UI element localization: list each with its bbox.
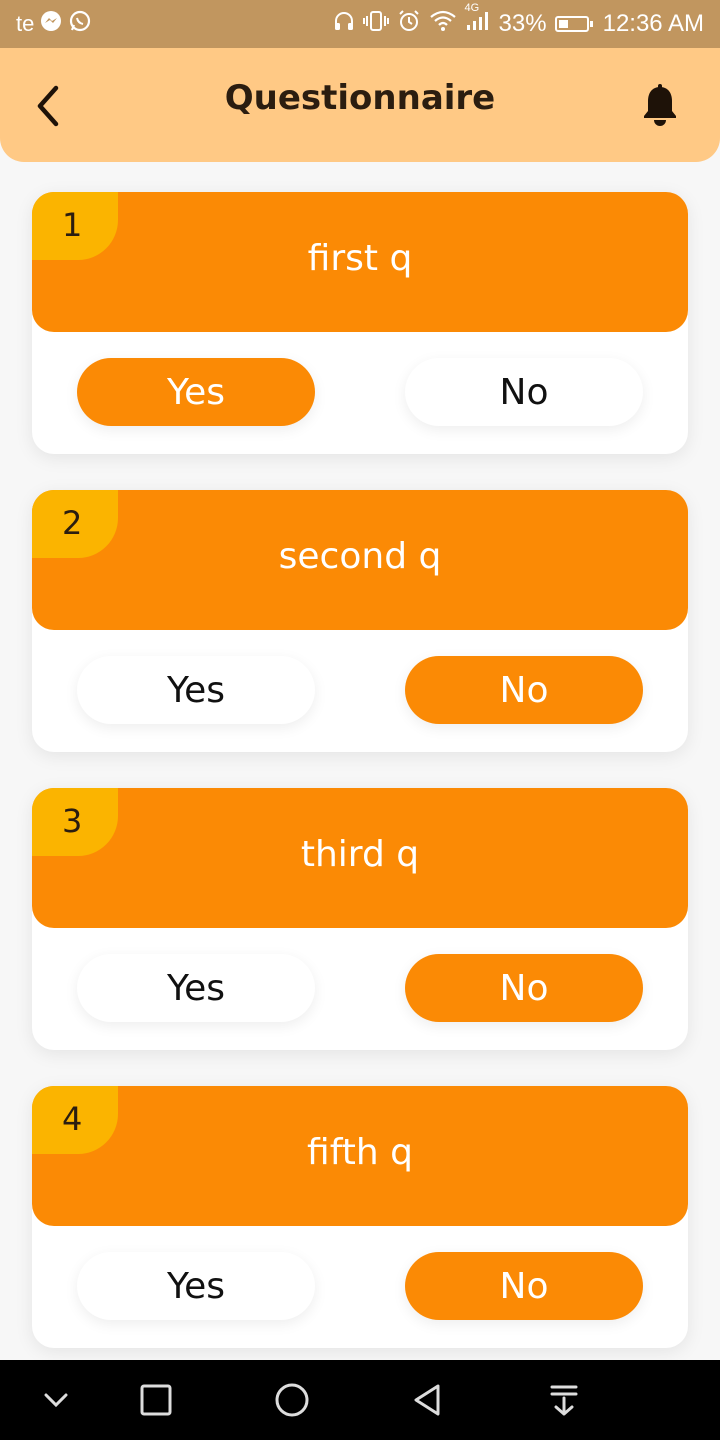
yes-button[interactable]: Yes xyxy=(77,1252,315,1320)
question-text: third q xyxy=(300,834,420,875)
status-bar-left: te xyxy=(16,9,92,39)
notifications-button[interactable] xyxy=(640,84,680,128)
question-card: 2 second q Yes No xyxy=(32,490,688,752)
no-button[interactable]: No xyxy=(405,656,643,724)
alarm-icon xyxy=(397,9,421,40)
carrier-label: te xyxy=(16,11,35,36)
no-button[interactable]: No xyxy=(405,1252,643,1320)
chevron-down-icon[interactable] xyxy=(34,1378,78,1422)
app-bar: Questionnaire xyxy=(0,48,720,162)
system-nav-bar xyxy=(0,1360,720,1440)
question-card: 3 third q Yes No xyxy=(32,788,688,1050)
signal-icon: 4G xyxy=(465,2,491,39)
yes-button[interactable]: Yes xyxy=(77,656,315,724)
back-triangle-icon[interactable] xyxy=(406,1378,450,1422)
status-bar: te 4G 33% 12:36 AM xyxy=(0,0,720,48)
vibrate-icon xyxy=(362,10,389,39)
question-header: 3 third q xyxy=(32,788,688,928)
headset-icon xyxy=(333,10,355,39)
yes-button[interactable]: Yes xyxy=(77,358,315,426)
wifi-icon xyxy=(429,10,457,39)
question-text: second q xyxy=(278,536,442,577)
bell-icon xyxy=(644,84,676,126)
notification-pull-icon[interactable] xyxy=(542,1378,586,1422)
yes-button[interactable]: Yes xyxy=(77,954,315,1022)
network-type-label: 4G xyxy=(464,1,480,14)
recents-square-icon[interactable] xyxy=(134,1378,178,1422)
messenger-icon xyxy=(40,10,62,38)
battery-icon xyxy=(554,16,593,32)
no-button[interactable]: No xyxy=(405,954,643,1022)
question-card: 1 first q Yes No xyxy=(32,192,688,454)
question-text: fifth q xyxy=(307,1132,413,1173)
page-title: Questionnaire xyxy=(224,78,496,118)
status-bar-right: 4G 33% 12:36 AM xyxy=(333,2,704,40)
question-header: 2 second q xyxy=(32,490,688,630)
no-button[interactable]: No xyxy=(405,358,643,426)
question-header: 4 fifth q xyxy=(32,1086,688,1226)
battery-percent: 33% xyxy=(498,10,547,37)
whatsapp-icon xyxy=(68,9,92,39)
question-card: 4 fifth q Yes No xyxy=(32,1086,688,1348)
question-header: 1 first q xyxy=(32,192,688,332)
clock: 12:36 AM xyxy=(602,10,704,37)
question-text: first q xyxy=(307,238,413,279)
home-circle-icon[interactable] xyxy=(270,1378,314,1422)
